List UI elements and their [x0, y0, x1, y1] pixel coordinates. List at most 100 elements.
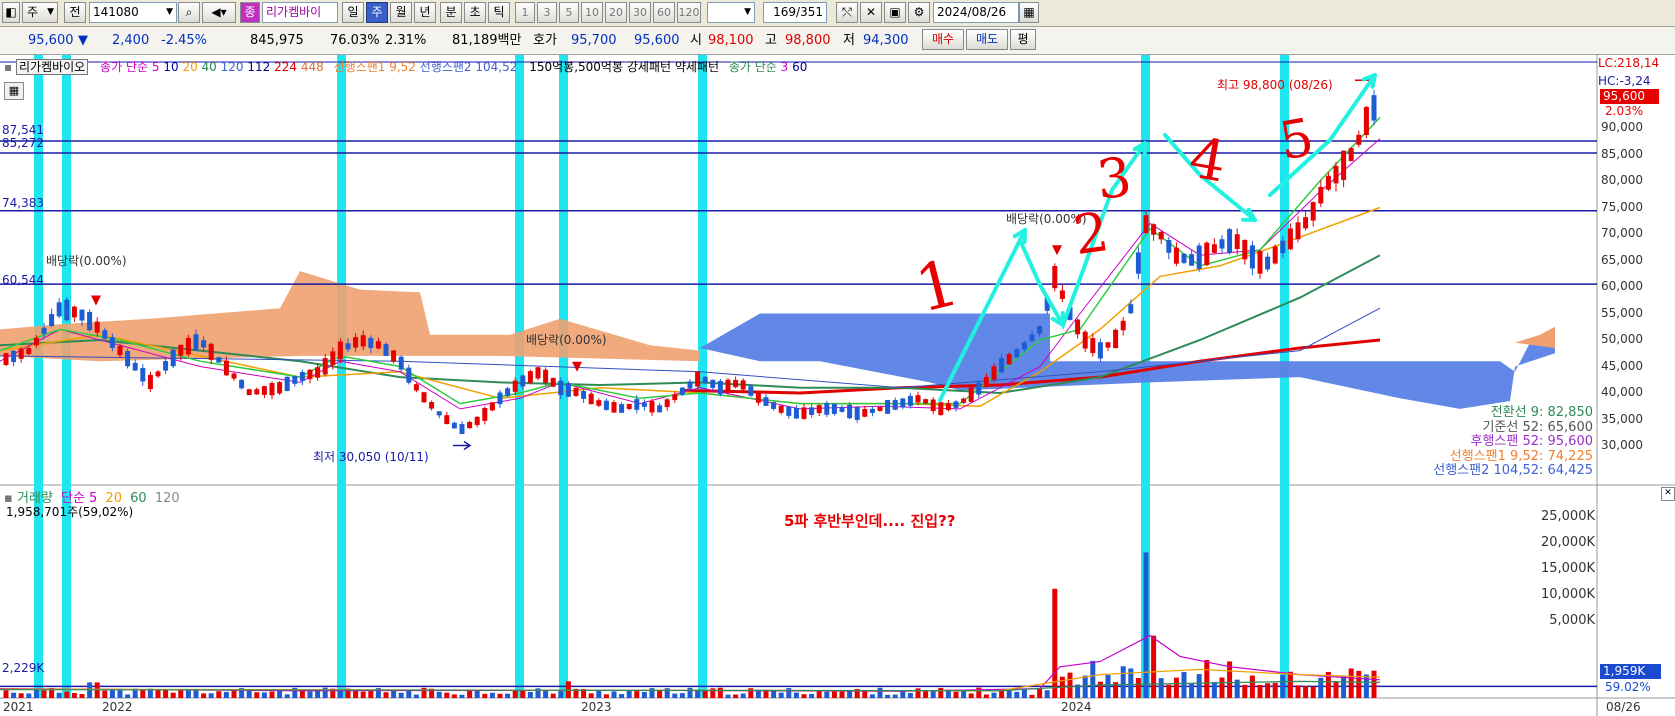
date-input[interactable]: 2024/08/26 — [933, 2, 1019, 23]
chart-tool-icon[interactable]: ⤲ — [836, 2, 858, 23]
volume-bar — [444, 692, 450, 698]
time-axis-label: 2024 — [1061, 700, 1092, 714]
volume-bar — [717, 687, 723, 698]
volume-bar — [869, 694, 875, 698]
price-tick-label: 45,000 — [1601, 358, 1643, 373]
candle-body — [375, 341, 381, 349]
save-icon[interactable]: ▣ — [884, 2, 906, 23]
volume-bar — [185, 690, 191, 698]
candle-body — [26, 347, 32, 355]
volume-bar — [277, 690, 283, 698]
volume-bar — [315, 690, 321, 698]
period-button[interactable]: 초 — [464, 2, 486, 23]
time-axis-label: 2022 — [102, 700, 133, 714]
calendar-icon[interactable]: ▦ — [1019, 2, 1039, 23]
volume-bar — [938, 687, 944, 698]
candle-body — [809, 407, 815, 415]
period-button[interactable]: 틱 — [488, 2, 510, 23]
volume-bar — [102, 690, 108, 698]
interval-button[interactable]: 10 — [581, 2, 603, 23]
candle-body — [398, 356, 404, 370]
volume-bar — [1371, 670, 1377, 698]
low-price: 94,300 — [863, 33, 909, 48]
candle-body — [1211, 244, 1217, 253]
volume-bar — [1257, 684, 1263, 698]
candle-body — [413, 384, 419, 391]
interval-button[interactable]: 3 — [537, 2, 557, 23]
legend-stock-name[interactable]: 리가켐바이오 — [15, 59, 89, 75]
open-price: 98,100 — [708, 33, 754, 48]
interval-button[interactable]: 30 — [629, 2, 651, 23]
candle-body — [679, 387, 685, 395]
volume-bar — [497, 693, 503, 698]
volume-tick-label: 20,000K — [1540, 535, 1595, 550]
interval-button[interactable]: 120 — [677, 2, 701, 23]
interval-button[interactable]: 5 — [559, 2, 579, 23]
candle-body — [1348, 148, 1354, 162]
search-icon[interactable]: ⌕ — [178, 2, 200, 23]
low-annotation: 최저 30,050 (10/11) — [313, 450, 429, 464]
volume-bar — [1341, 675, 1347, 698]
candle-body — [64, 299, 70, 321]
interval-button[interactable]: 1 — [515, 2, 535, 23]
stock-chart[interactable] — [0, 55, 1675, 716]
volume-bar — [1166, 684, 1172, 698]
candle-body — [512, 380, 518, 392]
period-button[interactable]: 분 — [440, 2, 462, 23]
candle-body — [915, 395, 921, 403]
candle-body — [1287, 228, 1293, 250]
volume-bar — [930, 690, 936, 698]
candle-body — [1356, 134, 1362, 145]
candle-body — [634, 399, 640, 410]
volume-bar — [436, 691, 442, 698]
candle-body — [170, 349, 176, 367]
legend-ma2-label: 종가 단순 — [728, 60, 777, 74]
interval-button[interactable]: 60 — [653, 2, 675, 23]
volume-bar — [1348, 668, 1354, 698]
candle-body — [1371, 95, 1377, 121]
interval-select[interactable]: ▼ — [707, 2, 755, 23]
layout-icon[interactable]: ◧ — [2, 2, 20, 23]
gear-icon[interactable]: ⚙ — [908, 2, 930, 23]
candle-body — [132, 362, 138, 371]
eval-button[interactable]: 평 — [1010, 29, 1036, 50]
prev-button[interactable]: 전 — [64, 2, 86, 23]
level-label-4: 60,544 — [2, 273, 44, 287]
price-tick-label: 30,000 — [1601, 438, 1643, 452]
period-button[interactable]: 일 — [342, 2, 364, 23]
buy-button[interactable]: 매수 — [922, 29, 964, 50]
cross-icon[interactable]: ✕ — [860, 2, 882, 23]
period-button[interactable]: 월 — [390, 2, 412, 23]
volume-bar — [1265, 683, 1271, 698]
grid-icon[interactable]: ▦ — [4, 82, 24, 100]
period-select[interactable]: 주 ▼ — [22, 2, 58, 23]
volume-bar — [1135, 677, 1141, 698]
volume-bar — [793, 692, 799, 698]
candle-body — [786, 406, 792, 416]
candle-body — [360, 335, 366, 347]
volume-bar — [877, 687, 883, 698]
stock-name-field[interactable]: 리가켐바이 — [262, 2, 338, 23]
candle-body — [429, 402, 435, 409]
period-button[interactable]: 년 — [414, 2, 436, 23]
volume-bar — [725, 694, 731, 698]
candle-body — [102, 330, 108, 339]
candle-body — [18, 348, 24, 359]
legend-ma-40: 40 — [201, 60, 217, 74]
quote-bar: 95,600 ▼ 2,400 -2.45% 845,975 76.03% 2.3… — [0, 27, 1675, 55]
sell-button[interactable]: 매도 — [966, 29, 1008, 50]
interval-button[interactable]: 20 — [605, 2, 627, 23]
price-tick-label: 35,000 — [1601, 411, 1643, 426]
volume-bar — [862, 691, 868, 698]
code-input[interactable]: 141080 ▼ — [89, 2, 177, 23]
volume-bar — [353, 690, 359, 698]
high-label: 고 — [765, 33, 777, 48]
candle-body — [1151, 224, 1157, 235]
candle-body — [1257, 250, 1263, 274]
volume-bar — [337, 690, 343, 698]
candle-body — [1219, 239, 1225, 249]
volume-bar — [1204, 659, 1210, 698]
period-button[interactable]: 주 — [366, 2, 388, 23]
close-icon[interactable]: ✕ — [1661, 487, 1675, 501]
sound-icon[interactable]: ◀▾ — [202, 2, 236, 23]
